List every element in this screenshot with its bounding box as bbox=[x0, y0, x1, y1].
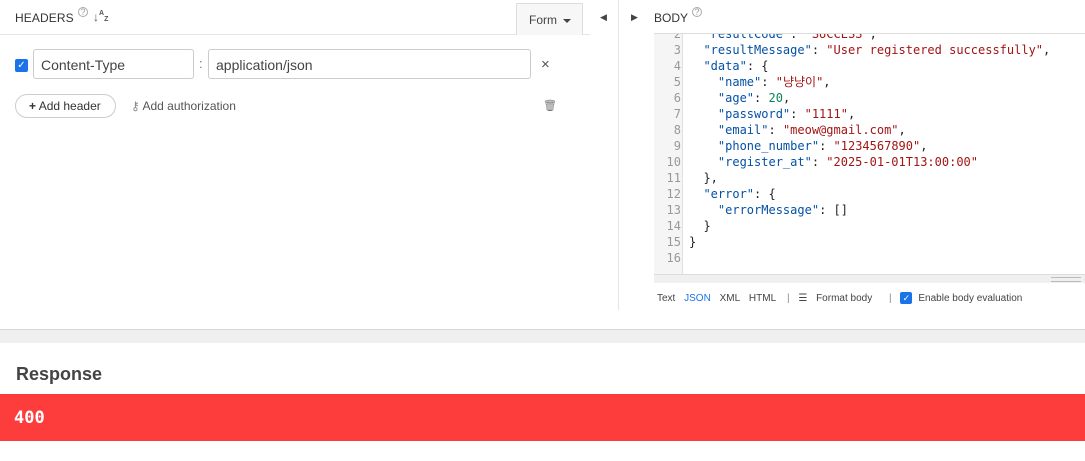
code-text: "register_at": "2025-01-01T13:00:00" bbox=[717, 155, 978, 169]
response-status-bar: 400 bbox=[0, 394, 1085, 441]
section-separator bbox=[0, 329, 1085, 343]
code-line[interactable]: 11 }, bbox=[654, 170, 1085, 186]
line-number: 4 bbox=[673, 59, 681, 73]
add-header-label: Add header bbox=[38, 99, 101, 113]
enable-body-evaluation-checkbox[interactable]: ✓ bbox=[900, 292, 913, 304]
code-text: } bbox=[689, 235, 697, 249]
header-enabled-checkbox[interactable]: ✓ bbox=[15, 59, 28, 72]
code-line[interactable]: 12 "error": { bbox=[654, 186, 1085, 202]
code-text: "email": "meow@gmail.com", bbox=[717, 123, 906, 137]
code-text: "phone_number": "1234567890", bbox=[717, 139, 928, 153]
code-text: "name": "냥냥이", bbox=[717, 75, 831, 89]
collapse-left-icon[interactable]: ◀ bbox=[600, 12, 607, 23]
code-text: "age": 20, bbox=[717, 91, 791, 105]
code-line[interactable]: 5 "name": "냥냥이", bbox=[654, 74, 1085, 90]
form-mode-label: Form bbox=[529, 13, 557, 27]
line-number: 3 bbox=[673, 43, 681, 57]
code-text: } bbox=[689, 219, 711, 233]
code-text: "password": "1111", bbox=[717, 107, 856, 121]
body-title: BODY bbox=[654, 11, 689, 25]
request-panel: HEADERS ? ↓AZ Form ✓ Content-Type : appl… bbox=[0, 0, 1085, 329]
align-left-icon: ☰ bbox=[798, 292, 808, 304]
question-circle-icon[interactable]: ? bbox=[78, 7, 88, 17]
code-text: "errorMessage": [] bbox=[717, 203, 848, 217]
line-number: 16 bbox=[666, 251, 681, 265]
format-body-label: Format body bbox=[816, 292, 873, 304]
trash-icon[interactable]: 🗑 bbox=[543, 99, 557, 112]
editor-resize-bar[interactable] bbox=[654, 274, 1085, 283]
line-number: 13 bbox=[666, 203, 681, 217]
line-number: 12 bbox=[666, 187, 681, 201]
line-number: 11 bbox=[666, 171, 681, 185]
code-line[interactable]: 6 "age": 20, bbox=[654, 90, 1085, 106]
status-code: 400 bbox=[14, 408, 45, 428]
code-text: "resultCode": "SUCCESS", bbox=[703, 33, 877, 41]
close-icon[interactable]: × bbox=[541, 56, 550, 73]
add-authorization-button[interactable]: ⚷ Add authorization bbox=[131, 99, 236, 113]
form-mode-dropdown[interactable]: Form bbox=[516, 3, 583, 35]
line-number: 8 bbox=[673, 123, 681, 137]
code-text: }, bbox=[689, 171, 718, 185]
line-number: 14 bbox=[666, 219, 681, 233]
header-key-input[interactable]: Content-Type bbox=[33, 49, 194, 79]
line-number: 9 bbox=[673, 139, 681, 153]
question-circle-icon[interactable]: ? bbox=[692, 7, 702, 17]
body-format-options: Text JSON XML HTML | ☰ Format body | ✓ En… bbox=[657, 292, 1028, 304]
code-line[interactable]: 2 "resultCode": "SUCCESS", bbox=[654, 33, 1085, 42]
code-text: "error": { bbox=[703, 187, 776, 201]
code-line[interactable]: 15} bbox=[654, 234, 1085, 250]
format-html-link[interactable]: HTML bbox=[749, 293, 776, 304]
separator: | bbox=[786, 292, 790, 304]
body-code-editor[interactable]: 2 "resultCode": "SUCCESS", 3 "resultMessa… bbox=[654, 33, 1085, 283]
line-number: 6 bbox=[673, 91, 681, 105]
code-line[interactable]: 3 "resultMessage": "User registered succ… bbox=[654, 42, 1085, 58]
add-authorization-label: Add authorization bbox=[142, 99, 236, 113]
caret-down-icon bbox=[563, 18, 571, 23]
resize-grip-icon[interactable] bbox=[1051, 277, 1081, 282]
headers-panel: HEADERS ? ↓AZ Form ✓ Content-Type : appl… bbox=[0, 0, 600, 329]
format-xml-link[interactable]: XML bbox=[720, 293, 741, 304]
code-text: "data": { bbox=[703, 59, 769, 73]
code-line[interactable]: 4 "data": { bbox=[654, 58, 1085, 74]
line-number: 15 bbox=[666, 235, 681, 249]
add-header-button[interactable]: + Add header bbox=[15, 94, 116, 118]
key-value-separator: : bbox=[199, 56, 203, 71]
code-line[interactable]: 8 "email": "meow@gmail.com", bbox=[654, 122, 1085, 138]
line-number: 5 bbox=[673, 75, 681, 89]
format-json-link[interactable]: JSON bbox=[684, 293, 711, 304]
collapse-right-icon[interactable]: ▶ bbox=[631, 12, 638, 23]
separator: | bbox=[889, 292, 892, 304]
plus-icon: + bbox=[29, 99, 37, 113]
key-icon: ⚷ bbox=[131, 99, 140, 113]
code-line[interactable]: 14 } bbox=[654, 218, 1085, 234]
sort-az-icon[interactable]: ↓AZ bbox=[93, 10, 108, 24]
format-text-link[interactable]: Text bbox=[657, 293, 675, 304]
panel-divider[interactable] bbox=[618, 0, 619, 310]
line-number: 2 bbox=[673, 33, 681, 41]
code-line[interactable]: 10 "register_at": "2025-01-01T13:00:00" bbox=[654, 154, 1085, 170]
code-line[interactable]: 7 "password": "1111", bbox=[654, 106, 1085, 122]
line-number: 7 bbox=[673, 107, 681, 121]
line-number: 10 bbox=[666, 155, 681, 169]
format-body-button[interactable]: ☰ Format body bbox=[798, 293, 878, 304]
enable-body-evaluation-label: Enable body evaluation bbox=[918, 292, 1023, 304]
response-title: Response bbox=[16, 364, 103, 384]
headers-toolbar: HEADERS ? ↓AZ Form bbox=[0, 0, 590, 35]
code-text: "resultMessage": "User registered succes… bbox=[703, 43, 1051, 57]
headers-title: HEADERS bbox=[15, 11, 74, 25]
code-line[interactable]: 16 bbox=[654, 250, 1085, 266]
code-line[interactable]: 13 "errorMessage": [] bbox=[654, 202, 1085, 218]
code-line[interactable]: 9 "phone_number": "1234567890", bbox=[654, 138, 1085, 154]
header-value-input[interactable]: application/json bbox=[208, 49, 531, 79]
